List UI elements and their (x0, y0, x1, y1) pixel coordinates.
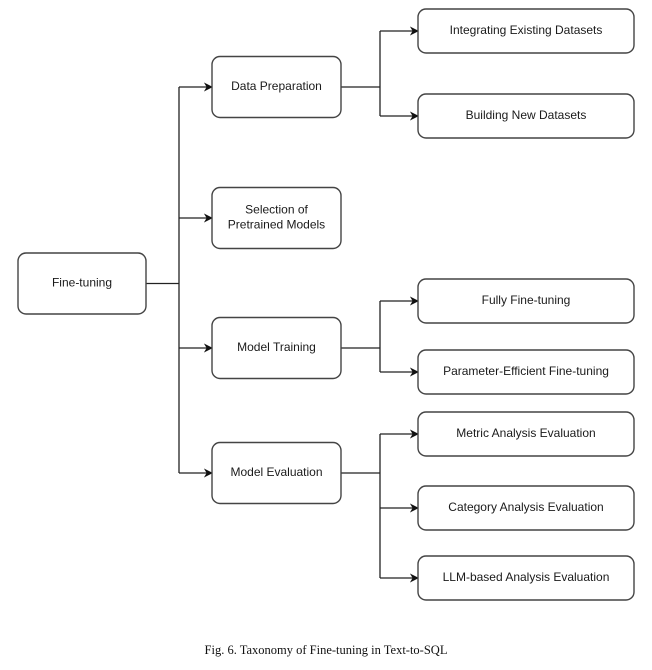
node-selection-of-pretrained-models: Selection ofPretrained Models (211, 186, 342, 250)
node-label: Building New Datasets (466, 108, 587, 122)
node-model-training: Model Training (211, 316, 342, 380)
node-label: Model Evaluation (230, 465, 322, 479)
node-metric-analysis-evaluation: Metric Analysis Evaluation (417, 411, 635, 457)
node-label: Pretrained Models (228, 218, 325, 232)
node-category-analysis-evaluation: Category Analysis Evaluation (417, 485, 635, 531)
node-fully-fine-tuning: Fully Fine-tuning (417, 278, 635, 324)
node-label: LLM-based Analysis Evaluation (443, 570, 610, 584)
node-label: Category Analysis Evaluation (448, 500, 603, 514)
node-label: Fine-tuning (52, 276, 112, 290)
node-parameter-efficient-fine-tuning: Parameter-Efficient Fine-tuning (417, 349, 635, 395)
node-label: Data Preparation (231, 79, 322, 93)
node-label: Integrating Existing Datasets (450, 23, 603, 37)
node-label: Selection of (245, 203, 308, 217)
node-label: Metric Analysis Evaluation (456, 426, 595, 440)
node-label: Model Training (237, 340, 316, 354)
node-building-new-datasets: Building New Datasets (417, 93, 635, 139)
node-data-preparation: Data Preparation (211, 55, 342, 119)
figure-caption: Fig. 6. Taxonomy of Fine-tuning in Text-… (204, 643, 448, 657)
node-label: Fully Fine-tuning (482, 293, 571, 307)
node-integrating-existing-datasets: Integrating Existing Datasets (417, 8, 635, 54)
node-llm-based-analysis-evaluation: LLM-based Analysis Evaluation (417, 555, 635, 601)
node-label: Parameter-Efficient Fine-tuning (443, 364, 609, 378)
node-root: Fine-tuning (17, 252, 147, 315)
taxonomy-diagram: Fine-tuning Data Preparation Integrating E… (17, 8, 635, 601)
node-model-evaluation: Model Evaluation (211, 441, 342, 505)
